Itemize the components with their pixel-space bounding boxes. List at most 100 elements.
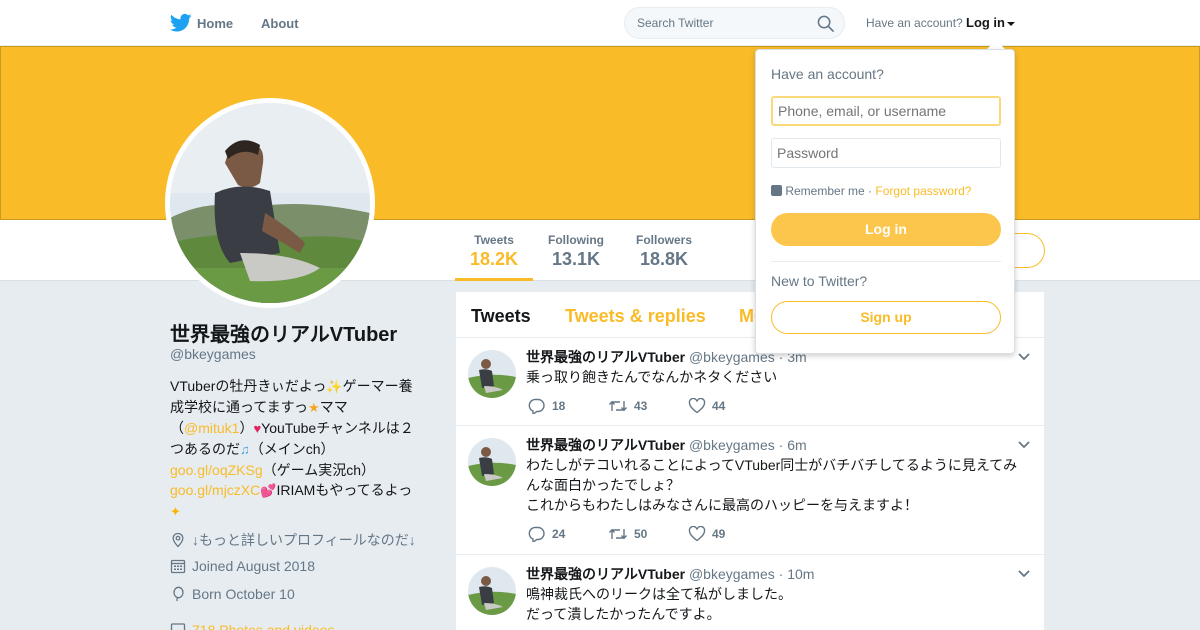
tweet-author-name[interactable]: 世界最強のリアルVTuber [526,437,685,453]
stat-tweets[interactable]: Tweets 18.2K [470,233,518,270]
two-hearts-emoji-icon: 💕 [260,483,277,498]
chevron-down-icon[interactable] [1018,570,1030,578]
tweet-timestamp[interactable]: · 10m [779,566,815,582]
profile-bio: VTuberの牡丹きぃだよっ✨ゲーマー養 成学校に通ってますっ★ママ （@mit… [170,376,432,522]
tweet-text-line: だって潰したかったんですよ。 [526,606,721,622]
like-action[interactable]: 49 [688,525,726,542]
bio-text: ママ [319,399,348,415]
stat-label: Tweets [474,233,514,247]
new-to-twitter-text: New to Twitter? [771,273,868,289]
like-action[interactable]: 44 [688,397,725,414]
profile-name[interactable]: 世界最強のリアルVTuber [170,318,397,347]
retweet-icon [608,400,628,412]
tweet-item[interactable]: 世界最強のリアルVTuber @bkeygames · 6m わたしがテコいれる… [456,426,1044,555]
photos-link[interactable]: 718 Photos and videos [192,622,334,630]
chevron-down-icon[interactable] [1018,441,1030,449]
tweet-text-line: これからもわたしはみなさんに最高のハッピーを与えますよ！ [526,497,918,513]
retweet-action[interactable]: 43 [608,398,647,414]
music-notes-emoji-icon: ♫ [240,442,250,457]
born-text: Born October 10 [192,586,295,602]
tweet-author-name[interactable]: 世界最強のリアルVTuber [526,566,685,582]
sparkles-emoji-icon: ✨ [326,379,343,394]
calendar-icon [170,559,186,574]
bio-text: つあるのだ [170,441,240,457]
bio-text: ゲーマー養 [342,378,413,394]
separator-dot: · [868,184,873,198]
remember-me-label[interactable]: Remember me [785,184,864,198]
star-emoji-icon: ★ [308,400,320,415]
balloon-icon [173,586,184,602]
stat-followers[interactable]: Followers 18.8K [636,233,692,270]
reply-count: 24 [552,527,566,541]
joined-text: Joined August 2018 [192,558,315,574]
retweet-action[interactable]: 50 [608,526,647,542]
bio-text: 成学校に通ってますっ [170,399,309,415]
tab-tweets-and-replies[interactable]: Tweets & replies [565,306,706,327]
tweet-avatar[interactable] [468,438,516,486]
dropdown-title: Have an account? [771,66,884,82]
bio-text: （ [170,420,184,436]
retweet-icon [608,528,628,540]
photo-icon [170,623,186,630]
bio-text: ） [239,420,254,436]
stat-value: 13.1K [551,249,601,269]
profile-handle[interactable]: @bkeygames [170,346,256,362]
profile-birthday: Born October 10 [170,586,295,602]
tweet-header: 世界最強のリアルVTuber @bkeygames · 6m [526,435,807,455]
login-toggle-label: Log in [966,15,1005,30]
reply-icon [528,526,545,544]
profile-joined: Joined August 2018 [170,558,315,574]
caret-down-icon [1007,21,1015,26]
tab-tweets[interactable]: Tweets [471,306,531,327]
tweet-author-handle[interactable]: @bkeygames [689,566,775,582]
tweet-avatar[interactable] [468,350,516,398]
profile-photos[interactable]: 718 Photos and videos [170,622,334,630]
signup-button[interactable]: Sign up [771,301,1001,334]
search-placeholder: Search Twitter [637,16,714,30]
tweet-author-handle[interactable]: @bkeygames [689,437,775,453]
search-field[interactable]: Search Twitter [624,7,845,39]
heart-emoji-icon: ♥ [253,421,262,436]
stat-value: 18.8K [639,249,689,269]
tweet-text: わたしがテコいれることによってVTuber同士がバチバチしてるように見えてみんな… [526,455,1026,515]
login-dropdown-toggle[interactable]: Log in [966,15,1015,30]
forgot-password-link[interactable]: Forgot password? [875,184,971,198]
stat-following[interactable]: Following 13.1K [548,233,604,270]
login-dropdown: Have an account? Remember me · Forgot pa… [755,49,1015,354]
password-field[interactable] [771,138,1001,168]
remember-me-row: Remember me · Forgot password? [771,184,971,198]
like-count: 49 [712,527,726,541]
profile-avatar[interactable] [165,98,375,308]
remember-me-checkbox[interactable] [771,185,782,196]
tweet-text: 乗っ取り飽きたんでなんかネタください [526,369,778,385]
heart-icon [688,525,706,542]
tweet-avatar[interactable] [468,567,516,615]
top-navigation: Home About Search Twitter Have an accoun… [0,0,1200,46]
bio-link-main[interactable]: goo.gl/oqZKSg [170,462,263,478]
login-button[interactable]: Log in [771,213,1001,246]
twitter-bird-icon[interactable] [170,13,192,33]
reply-action[interactable]: 24 [528,526,566,544]
bio-mention-link[interactable]: @mituk1 [184,420,239,436]
tweet-text-line: 鳴神裁氏へのリークは全て私がしました。 [526,586,792,602]
tweet-item[interactable]: 世界最強のリアルVTuber @bkeygames · 10m 鳴神裁氏へのリー… [456,555,1044,630]
avatar-photo [170,103,370,303]
dizzy-star-emoji-icon: ✦ [170,504,181,519]
reply-action[interactable]: 18 [528,398,565,416]
tweet-timestamp[interactable]: · 6m [779,437,807,453]
bio-text: （メインch） [249,441,335,457]
stat-label: Followers [636,233,693,247]
tweet-text: 鳴神裁氏へのリークは全て私がしました。 だって潰したかったんですよ。 [526,584,1026,624]
reply-icon [528,398,545,416]
chevron-down-icon[interactable] [1018,353,1030,361]
nav-about-link[interactable]: About [261,16,299,31]
bio-link-game[interactable]: goo.gl/mjczXC [170,482,260,498]
bio-text: （ゲーム実況ch） [262,462,375,478]
location-text: ↓もっと詳しいプロフィールなのだ↓ [192,532,416,548]
tweet-author-name[interactable]: 世界最強のリアルVTuber [526,349,685,365]
username-field[interactable] [771,96,1001,126]
search-icon[interactable] [817,15,834,32]
nav-home-link[interactable]: Home [197,16,233,31]
dropdown-divider [771,261,1001,262]
bio-text: YouTubeチャンネルは２ [261,420,414,436]
